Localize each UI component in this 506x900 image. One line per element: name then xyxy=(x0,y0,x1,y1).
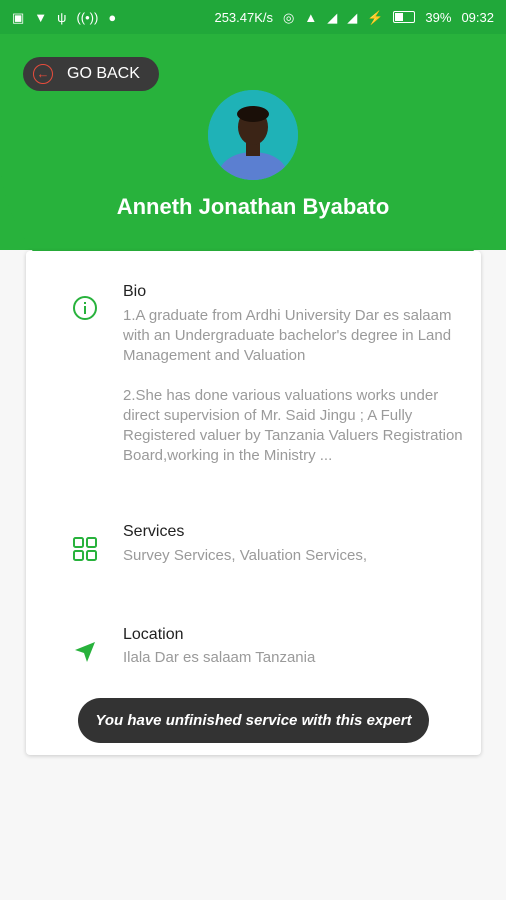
toast-message: You have unfinished service with this ex… xyxy=(78,698,429,743)
location-title: Location xyxy=(123,626,184,643)
go-back-button[interactable]: ← GO BACK xyxy=(23,57,159,91)
grid-icon xyxy=(73,537,97,561)
signal-hd-icon: ◢ xyxy=(347,9,358,25)
profile-photo xyxy=(208,90,298,180)
go-back-label: GO BACK xyxy=(67,65,140,82)
services-title: Services xyxy=(123,523,185,540)
shield-icon: ▼ xyxy=(34,9,48,25)
clock: 09:32 xyxy=(461,9,494,25)
hotspot-icon: ((•)) xyxy=(76,9,99,25)
wifi-hotspot-icon: ◎ xyxy=(283,9,295,25)
status-bar: ▣ ▼ ψ ((•)) ● 253.47K/s ◎ ▲ ◢ ◢ ⚡ 39% 09… xyxy=(0,0,506,34)
avatar xyxy=(208,90,298,180)
navigation-icon xyxy=(75,642,95,662)
usb-icon: ψ xyxy=(57,9,67,25)
battery-icon xyxy=(393,11,416,23)
android-icon: ● xyxy=(108,9,117,25)
bio-paragraph-1: 1.A graduate from Ardhi University Dar e… xyxy=(123,307,452,364)
charging-icon: ⚡ xyxy=(367,9,384,25)
info-icon xyxy=(73,296,97,320)
back-arrow-icon: ← xyxy=(33,64,53,84)
bio-text: 1.A graduate from Ardhi University Dar e… xyxy=(123,306,463,466)
status-right: 253.47K/s ◎ ▲ ◢ ◢ ⚡ 39% 09:32 xyxy=(214,10,494,25)
bell-icon: ▲ xyxy=(304,9,318,25)
network-speed: 253.47K/s xyxy=(214,9,274,25)
expert-name: Anneth Jonathan Byabato xyxy=(116,194,390,219)
battery-percent: 39% xyxy=(425,9,452,25)
status-left: ▣ ▼ ψ ((•)) ● xyxy=(12,11,116,24)
services-text: Survey Services, Valuation Services, xyxy=(123,547,367,564)
bio-title: Bio xyxy=(123,283,147,300)
signal-icon: ◢ xyxy=(327,9,338,25)
location-text: Ilala Dar es salaam Tanzania xyxy=(123,649,316,666)
profile-card: Bio 1.A graduate from Ardhi University D… xyxy=(26,251,481,755)
bio-paragraph-2: 2.She has done various valuations works … xyxy=(123,387,463,464)
laptop-icon: ▣ xyxy=(12,9,25,25)
